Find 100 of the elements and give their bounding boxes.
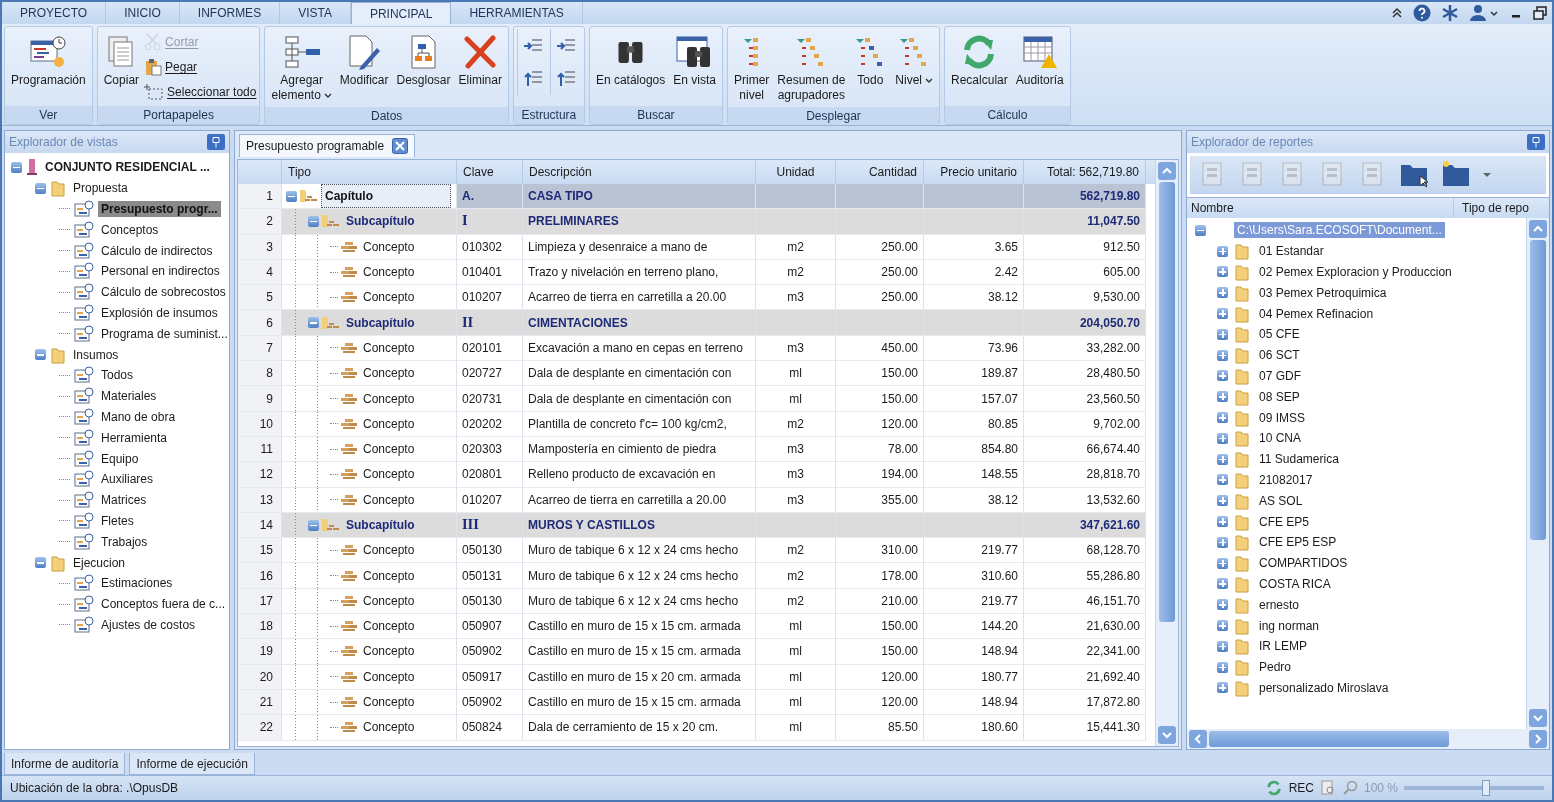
bottom-tab[interactable]: Informe de auditoría — [4, 753, 126, 775]
tree-item[interactable]: 03 Pemex Petroquimica — [1256, 284, 1390, 301]
tree-item[interactable]: COMPARTIDOS — [1256, 555, 1351, 572]
tree-item[interactable]: Herramienta — [98, 429, 171, 446]
tree-item[interactable]: ing norman — [1256, 617, 1323, 634]
expand-toggle[interactable] — [1217, 349, 1228, 361]
expand-toggle[interactable] — [1217, 661, 1228, 673]
tree-item[interactable]: CFE EP5 — [1256, 513, 1312, 530]
collapse-toggle[interactable] — [308, 215, 319, 227]
tree-item[interactable]: Cálculo de sobrecostos — [98, 284, 229, 301]
ribbon-button[interactable]: Copiar — [100, 29, 143, 90]
collapse-toggle[interactable] — [308, 317, 319, 329]
column-header[interactable]: Tipo de repo — [1454, 198, 1529, 218]
tree-item[interactable]: Mano de obra — [98, 408, 179, 425]
scroll-left-icon[interactable] — [1189, 730, 1207, 748]
collapse-ribbon-icon[interactable] — [1391, 7, 1403, 19]
tree-item[interactable]: 11 Sudamerica — [1256, 451, 1342, 468]
tree-item[interactable]: 05 CFE — [1256, 326, 1303, 343]
tree-item[interactable]: ernesto — [1256, 596, 1303, 613]
scroll-down-icon[interactable] — [1158, 726, 1176, 744]
tree-item[interactable]: Insumos — [70, 346, 122, 363]
ribbon-button[interactable]: Primer nivel — [730, 29, 773, 105]
ribbon-button[interactable]: Recalcular — [948, 29, 1011, 90]
tree-item[interactable]: CONJUNTO RESIDENCIAL ... — [42, 159, 213, 176]
expand-toggle[interactable] — [1217, 245, 1228, 257]
collapse-toggle[interactable] — [35, 557, 46, 569]
tree-item[interactable]: Programa de suminist... — [98, 325, 231, 342]
ribbon-tab[interactable]: PRINCIPAL — [350, 2, 452, 24]
expand-toggle[interactable] — [1217, 266, 1228, 278]
dropdown-icon[interactable] — [1482, 171, 1492, 179]
restore-icon[interactable] — [1533, 6, 1547, 20]
tree-item[interactable]: Materiales — [98, 388, 160, 405]
help-icon[interactable] — [1413, 4, 1431, 22]
tree-item[interactable]: 02 Pemex Exploracion y Produccion — [1256, 264, 1455, 280]
expand-toggle[interactable] — [1217, 328, 1228, 340]
document-search-icon[interactable] — [1319, 780, 1336, 796]
tree-item[interactable]: 04 Pemex Refinacion — [1256, 305, 1377, 322]
pin-button[interactable] — [1527, 134, 1545, 150]
tree-item[interactable]: Todos — [98, 367, 137, 384]
expand-toggle[interactable] — [1217, 620, 1228, 632]
close-icon[interactable] — [392, 138, 409, 154]
expand-toggle[interactable] — [1217, 391, 1228, 403]
expand-toggle[interactable] — [1217, 308, 1228, 320]
ribbon-button[interactable]: Seleccionar todo — [144, 81, 257, 103]
tree-item[interactable]: 09 IMSS — [1256, 409, 1309, 426]
tree-item[interactable]: Auxiliares — [98, 471, 157, 488]
collapse-toggle[interactable] — [35, 349, 46, 361]
expand-toggle[interactable] — [1217, 516, 1228, 528]
ribbon-button[interactable]: Modificar — [336, 29, 392, 90]
ribbon-button[interactable]: Desglosar — [393, 29, 454, 90]
tree-item[interactable]: Matrices — [98, 492, 150, 509]
scroll-up-icon[interactable] — [1158, 162, 1176, 180]
tree-item[interactable]: Estimaciones — [98, 575, 176, 592]
tree-item[interactable]: Personal en indirectos — [98, 263, 223, 280]
expand-toggle[interactable] — [1217, 412, 1228, 424]
search-icon[interactable] — [1341, 780, 1358, 796]
tree-item[interactable]: 07 GDF — [1256, 367, 1304, 384]
tree-item[interactable]: Conceptos — [98, 221, 162, 238]
expand-toggle[interactable] — [1217, 370, 1228, 382]
expand-toggle[interactable] — [1217, 495, 1228, 507]
ribbon-button[interactable]: Pegar — [144, 56, 257, 78]
tree-item[interactable]: Trabajos — [98, 533, 151, 550]
expand-toggle[interactable] — [1217, 557, 1228, 569]
scrollbar[interactable] — [1155, 160, 1178, 746]
tree-item[interactable]: IR LEMP — [1256, 638, 1310, 655]
collapse-toggle[interactable] — [11, 161, 22, 173]
scroll-down-icon[interactable] — [1529, 709, 1547, 727]
tree-item[interactable]: personalizado Miroslava — [1256, 679, 1392, 696]
tree-item[interactable]: COSTA RICA — [1256, 575, 1334, 592]
tree-item[interactable]: 10 CNA — [1256, 430, 1305, 447]
tree-item[interactable]: 21082017 — [1256, 471, 1316, 488]
expand-toggle[interactable] — [1217, 432, 1228, 444]
collapse-toggle[interactable] — [308, 519, 319, 531]
ribbon-button[interactable]: Auditoría — [1012, 29, 1067, 90]
scrollbar[interactable] — [1526, 218, 1549, 729]
expand-toggle[interactable] — [1217, 682, 1228, 694]
tree-item[interactable]: Ajustes de costos — [98, 616, 199, 633]
tree-item[interactable]: Equipo — [98, 450, 142, 467]
scrollbar[interactable] — [1187, 729, 1549, 749]
ribbon-button[interactable]: Resumen de agrupadores — [774, 29, 849, 105]
expand-toggle[interactable] — [1217, 599, 1228, 611]
tree-item[interactable]: Presupuesto progr... — [98, 201, 221, 217]
expand-toggle[interactable] — [1217, 474, 1228, 486]
asterisk-icon[interactable] — [1441, 4, 1459, 22]
expand-toggle[interactable] — [1217, 287, 1228, 299]
tree-item[interactable]: Cálculo de indirectos — [98, 242, 216, 259]
document-tab[interactable]: Presupuesto programable — [239, 134, 416, 157]
expand-toggle[interactable] — [1217, 640, 1228, 652]
tree-item[interactable]: 08 SEP — [1256, 388, 1303, 405]
tree-item[interactable]: CFE EP5 ESP — [1256, 534, 1340, 551]
ribbon-button[interactable]: Todo — [850, 29, 891, 90]
expand-toggle[interactable] — [1217, 578, 1228, 590]
tree-item[interactable]: AS SOL — [1256, 492, 1306, 509]
tree-item[interactable]: Pedro — [1256, 659, 1295, 676]
ribbon-button[interactable]: En catálogos — [592, 29, 669, 90]
tree-item[interactable]: 01 Estandar — [1256, 243, 1327, 260]
pin-button[interactable] — [207, 134, 225, 150]
expand-toggle[interactable] — [1217, 453, 1228, 465]
ribbon-button[interactable]: Programación — [8, 29, 89, 90]
refresh-icon[interactable] — [1264, 780, 1283, 796]
